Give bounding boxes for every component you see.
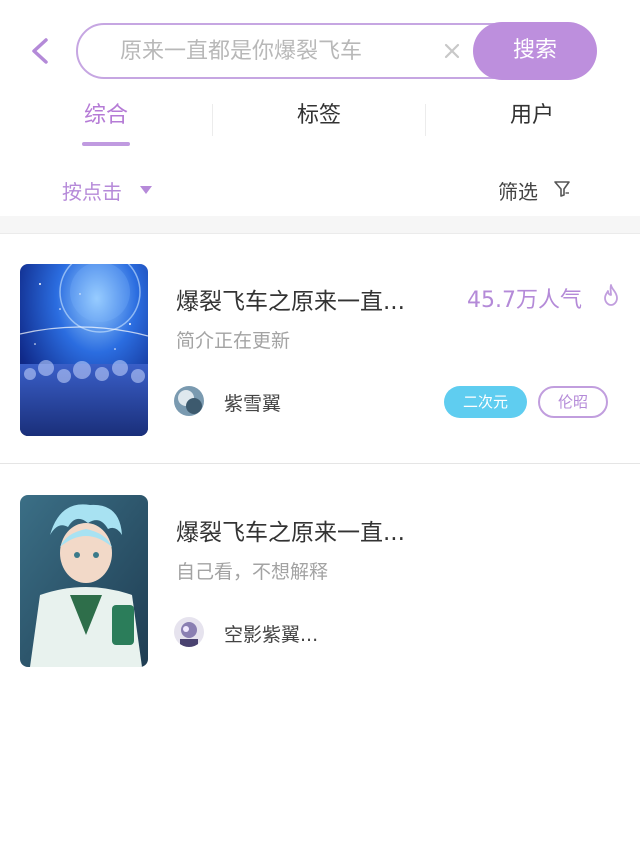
author-avatar[interactable] [174,386,204,416]
caret-down-icon [140,186,152,194]
result-item[interactable]: 爆裂飞车之原来一直... 自己看，不想解释 空影紫翼... [0,465,640,695]
back-arrow-icon[interactable] [28,36,52,66]
flame-icon [604,284,618,306]
filter-funnel-icon[interactable] [553,180,571,198]
search-header: 搜索 [0,0,640,96]
book-description: 简介正在更新 [176,330,291,352]
tab-tags[interactable]: 标签 [213,96,425,152]
search-input[interactable] [120,25,440,77]
search-button[interactable]: 搜索 [473,22,597,80]
sort-dropdown[interactable]: 按点击 [62,176,122,205]
book-description: 自己看，不想解释 [176,561,329,583]
section-separator [0,216,640,234]
author-name[interactable]: 紫雪翼 [224,389,281,416]
tab-bar: 综合 标签 用户 [0,96,640,152]
book-cover-image [20,495,148,667]
result-item[interactable]: 爆裂飞车之原来一直... 45.7万人气 简介正在更新 紫雪翼 二次元 伦昭 [0,234,640,464]
clear-icon[interactable] [440,39,464,63]
tag-badge[interactable]: 伦昭 [538,386,608,418]
book-title: 爆裂飞车之原来一直... [176,520,405,546]
popularity-count: 45.7万人气 [467,288,582,313]
tag-badge[interactable]: 二次元 [444,386,527,418]
tab-users[interactable]: 用户 [426,96,638,152]
filter-button[interactable]: 筛选 [498,176,538,205]
book-cover-image [20,264,148,436]
filter-row: 按点击 筛选 [0,168,640,214]
book-title: 爆裂飞车之原来一直... [176,289,405,315]
active-tab-indicator [82,142,130,146]
author-name[interactable]: 空影紫翼... [224,620,318,647]
author-avatar[interactable] [174,617,204,647]
